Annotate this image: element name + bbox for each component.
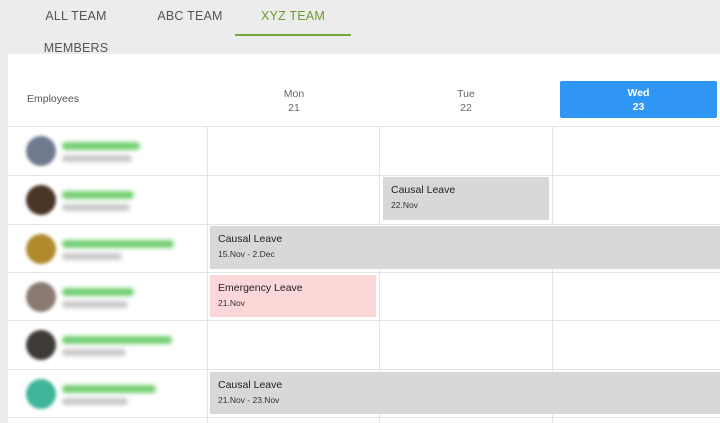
day-name: Tue	[457, 88, 475, 100]
employee-name-blurred	[62, 191, 134, 199]
grid-line	[207, 126, 208, 423]
day-header-mon[interactable]: Mon 21	[208, 87, 380, 125]
leave-dates: 15.Nov - 2.Dec	[218, 249, 275, 259]
leave-entry[interactable]: Emergency Leave 21.Nov	[210, 275, 376, 317]
leave-dates: 21.Nov - 23.Nov	[218, 395, 280, 405]
employee-name-blurred	[62, 142, 140, 150]
day-name: Wed	[627, 87, 650, 99]
grid-line	[8, 272, 720, 273]
avatar	[26, 282, 56, 312]
day-header-tue[interactable]: Tue 22	[380, 87, 552, 125]
grid-line	[8, 126, 720, 127]
employee-role-blurred	[62, 253, 122, 260]
grid-line	[8, 320, 720, 321]
active-tab-indicator	[235, 34, 351, 36]
tab-xyz-team[interactable]: XYZ TEAM	[235, 0, 351, 36]
employee-role-blurred	[62, 204, 130, 211]
day-date: 21	[288, 102, 300, 114]
leave-entry[interactable]: Causal Leave 22.Nov	[383, 177, 549, 220]
avatar	[26, 379, 56, 409]
grid-line	[8, 417, 720, 418]
leave-entry[interactable]: Causal Leave 15.Nov - 2.Dec	[210, 226, 720, 269]
avatar	[26, 330, 56, 360]
leave-type: Emergency Leave	[218, 282, 303, 294]
day-header-wed-today[interactable]: Wed 23	[560, 81, 717, 118]
employee-role-blurred	[62, 349, 126, 356]
employee-name-blurred	[62, 288, 134, 296]
tab-abc-team[interactable]: ABC TEAM	[152, 0, 228, 36]
leave-type: Causal Leave	[391, 184, 456, 196]
employee-role-blurred	[62, 301, 128, 308]
leave-type: Causal Leave	[218, 233, 283, 245]
day-name: Mon	[283, 88, 305, 100]
day-date: 22	[460, 102, 472, 114]
leave-dates: 22.Nov	[391, 200, 418, 210]
tab-all-team-members[interactable]: ALL TEAM MEMBERS	[14, 0, 138, 55]
day-date: 23	[632, 101, 645, 113]
employee-role-blurred	[62, 398, 128, 405]
grid-line	[8, 175, 720, 176]
calendar-header: Employees Mon 21 Tue 22 Wed 23	[8, 54, 720, 126]
grid-line	[8, 369, 720, 370]
employee-name-blurred	[62, 385, 156, 393]
team-tabs: ALL TEAM MEMBERS ABC TEAM XYZ TEAM	[0, 0, 720, 55]
leave-dates: 21.Nov	[218, 298, 245, 308]
leave-entry[interactable]: Causal Leave 21.Nov - 23.Nov	[210, 372, 720, 414]
employees-column-header: Employees	[27, 93, 79, 105]
avatar	[26, 136, 56, 166]
employee-name-blurred	[62, 240, 174, 248]
avatar	[26, 234, 56, 264]
employee-role-blurred	[62, 155, 132, 162]
employee-name-blurred	[62, 336, 172, 344]
leave-calendar: Employees Mon 21 Tue 22 Wed 23 Causal Le…	[8, 54, 720, 423]
leave-type: Causal Leave	[218, 379, 283, 391]
avatar	[26, 185, 56, 215]
grid-line	[8, 224, 720, 225]
